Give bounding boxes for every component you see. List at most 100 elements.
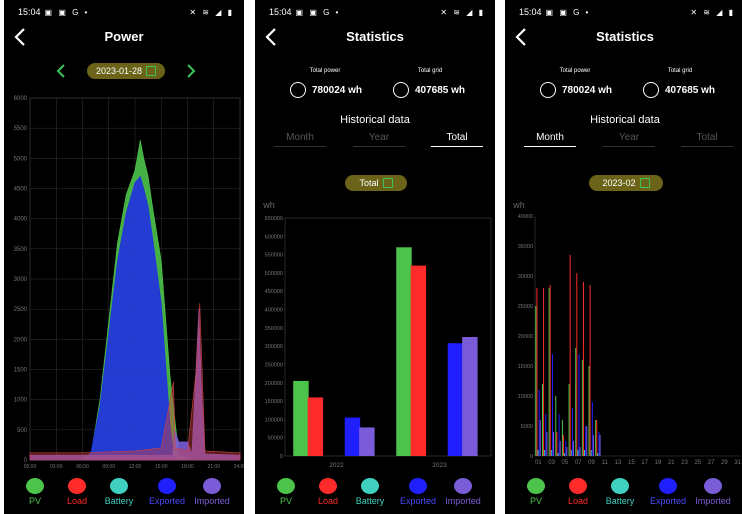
pv-icon <box>277 478 295 494</box>
statistics-month-screen: 15:04 ▣ ▣ G • ✕ ≋ ◢ ▮ Statistics Total p… <box>505 0 742 514</box>
power-chart: 0500100015002000250030003500400045005000… <box>14 96 244 470</box>
prev-date-chevron-icon[interactable] <box>54 63 68 79</box>
x-tick-label: 12:00 <box>129 464 142 470</box>
tab-year[interactable]: Year <box>353 132 405 147</box>
imported-icon <box>704 478 722 494</box>
legend-label: Imported <box>445 496 481 506</box>
x-tick-label: 25 <box>694 460 701 466</box>
y-tick-label: 6000 <box>14 96 28 102</box>
tab-month[interactable]: Month <box>524 132 576 147</box>
x-tick-label: 06:00 <box>76 464 89 470</box>
bar-exported-day1 <box>538 390 540 456</box>
x-tick-label: 03 <box>548 460 555 466</box>
y-tick-label: 100000 <box>265 417 283 423</box>
bar-battery-day8 <box>584 450 586 456</box>
legend-item-load[interactable]: Load <box>305 478 351 506</box>
legend-item-exported[interactable]: Exported <box>144 478 190 506</box>
battery-icon <box>361 478 379 494</box>
y-tick-label: 600000 <box>265 234 283 240</box>
pulse-icon <box>290 82 306 98</box>
x-tick-label: 27 <box>708 460 715 466</box>
bar-load-day3 <box>549 285 551 456</box>
power-screen: 15:04 ▣ ▣ G • ✕ ≋ ◢ ▮ Power 2023-01-28 0… <box>4 0 244 514</box>
bar-exported-day8 <box>585 426 587 456</box>
legend-item-exported[interactable]: Exported <box>395 478 441 506</box>
y-tick-label: 450000 <box>265 289 283 295</box>
legend-item-battery[interactable]: Battery <box>597 478 643 506</box>
bar-load-day8 <box>582 282 584 456</box>
page-title: Statistics <box>346 29 404 44</box>
tab-year[interactable]: Year <box>603 132 655 147</box>
period-selector[interactable]: Total <box>345 175 407 191</box>
legend-label: Exported <box>399 496 437 506</box>
legend-label: Load <box>66 496 88 506</box>
total-bar-chart: wh 0 50000 100000 150000 200000 250000 300000 35… <box>262 200 492 469</box>
bar-pv-day7 <box>575 348 577 456</box>
legend-item-imported[interactable]: Imported <box>440 478 486 506</box>
y-tick-label: 1000 <box>14 398 28 404</box>
bar-imported-day7 <box>579 447 581 456</box>
calendar-icon <box>382 178 393 188</box>
legend-item-pv[interactable]: PV <box>513 478 559 506</box>
pylon-icon <box>643 82 659 98</box>
exported-icon <box>409 478 427 494</box>
system-icons: ✕ ≋ ◢ ▮ <box>690 7 735 17</box>
total-grid-value: 407685 wh <box>415 84 466 96</box>
x-tick-label: 24:00 <box>234 464 244 470</box>
legend-item-exported[interactable]: Exported <box>645 478 691 506</box>
bar-battery-day1 <box>537 450 539 456</box>
bar-battery-day9 <box>590 450 592 456</box>
bar-load-day6 <box>569 255 571 456</box>
x-tick-label: 03:00 <box>50 464 63 470</box>
y-tick-label: 15000 <box>518 364 533 370</box>
bar-battery-day4 <box>557 453 559 456</box>
x-tick-label: 11 <box>602 460 609 466</box>
x-tick-label: 15:00 <box>155 464 168 470</box>
system-icons: ✕ ≋ ◢ ▮ <box>189 7 234 17</box>
y-tick-label: 20000 <box>518 334 533 340</box>
bar-pv-2023 <box>396 247 412 456</box>
pylon-icon <box>393 82 409 98</box>
tab-total[interactable]: Total <box>431 132 483 147</box>
legend-item-load[interactable]: Load <box>555 478 601 506</box>
x-tick-label: 09 <box>588 460 595 466</box>
legend-label: PV <box>529 496 542 506</box>
y-tick-label: 2000 <box>14 337 28 343</box>
status-time: 15:04 <box>269 7 292 17</box>
bar-load-day7 <box>576 273 578 456</box>
y-tick-label: 5000 <box>14 156 28 162</box>
bar-pv-day8 <box>581 360 583 456</box>
legend-label: Load <box>567 496 589 506</box>
legend-item-imported[interactable]: Imported <box>690 478 736 506</box>
y-tick-label: 2500 <box>14 307 28 313</box>
legend-item-pv[interactable]: PV <box>12 478 58 506</box>
bar-pv-day6 <box>568 384 570 456</box>
bar-load-day9 <box>589 285 591 456</box>
x-tick-label: 09:00 <box>102 464 115 470</box>
bar-exported-day5 <box>565 441 567 456</box>
next-date-chevron-icon[interactable] <box>184 63 198 79</box>
load-icon <box>319 478 337 494</box>
legend-item-pv[interactable]: PV <box>263 478 309 506</box>
period-selector[interactable]: 2023-02 <box>589 175 663 191</box>
total-grid-label: Total grid <box>417 68 443 74</box>
tab-total[interactable]: Total <box>681 132 733 147</box>
bar-imported-day6 <box>572 441 574 456</box>
legend-item-imported[interactable]: Imported <box>189 478 235 506</box>
tab-month[interactable]: Month <box>274 132 326 147</box>
period-tabs: Month Year Total <box>519 132 733 150</box>
x-tick-label: 05 <box>562 460 569 466</box>
legend-label: Battery <box>355 496 385 506</box>
bar-pv-day9 <box>588 366 590 456</box>
total-grid: 407685 wh <box>393 82 465 98</box>
bar-imported-day5 <box>566 447 568 456</box>
legend-label: PV <box>28 496 41 506</box>
legend-item-battery[interactable]: Battery <box>96 478 142 506</box>
legend-item-load[interactable]: Load <box>54 478 100 506</box>
legend: PV Load Battery Exported Imported <box>255 478 495 508</box>
total-power-label: Total power <box>309 68 341 74</box>
bar-battery-day5 <box>564 453 566 456</box>
exported-icon <box>659 478 677 494</box>
legend-item-battery[interactable]: Battery <box>347 478 393 506</box>
date-picker[interactable]: 2023-01-28 <box>87 63 165 79</box>
